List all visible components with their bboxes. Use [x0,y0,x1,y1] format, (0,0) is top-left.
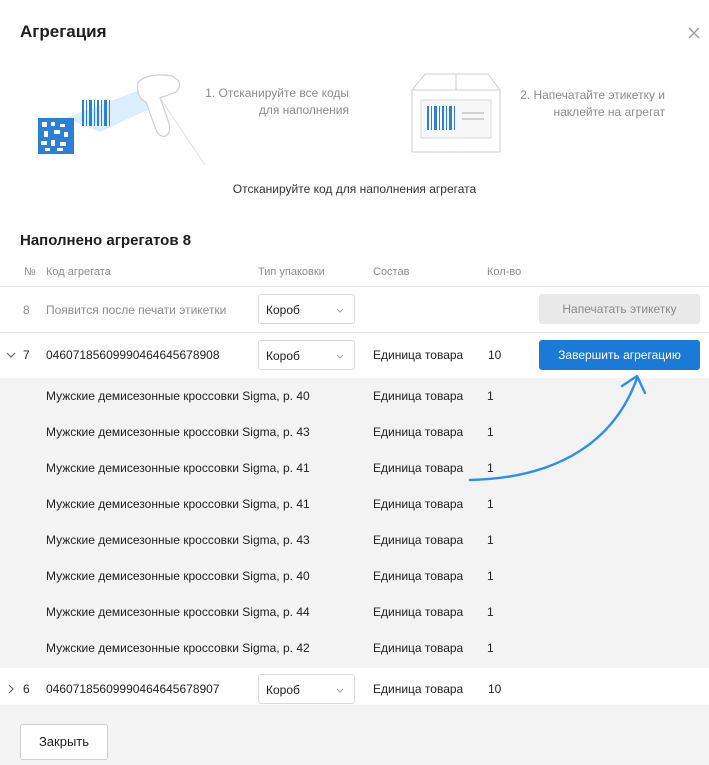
item-name: Мужские демисезонные кроссовки Sigma, р.… [46,425,310,439]
item-qty: 1 [487,533,494,547]
instruction-illustration [38,73,501,166]
column-header-no: № [24,266,36,278]
chevron-down-icon [336,308,344,313]
aggregate-code: 04607185609990464645678907 [46,682,220,696]
qty-value: 10 [488,348,502,362]
chevron-down-icon[interactable] [6,350,16,360]
column-header-qty: Кол-во [487,266,522,278]
item-composition: Единица товара [373,461,464,475]
step-2-text: 2. Напечатайте этикетку и наклейте на аг… [520,88,665,119]
aggregate-code: 04607185609990464645678908 [46,348,220,362]
pack-type-value: Короб [266,303,300,317]
item-composition: Единица товара [373,533,464,547]
item-name: Мужские демисезонные кроссовки Sigma, р.… [46,641,310,655]
pack-type-select[interactable]: Короб [258,340,355,370]
row-divider [0,286,709,287]
chevron-right-icon[interactable] [6,684,16,694]
item-composition: Единица товара [373,641,464,655]
item-qty: 1 [487,641,494,655]
column-header-pack: Тип упаковки [258,266,325,278]
item-qty: 1 [487,569,494,583]
section-title: Наполнено агрегатов 8 [20,232,192,249]
item-composition: Единица товара [373,605,464,619]
chevron-down-icon [336,354,344,359]
item-name: Мужские демисезонные кроссовки Sigma, р.… [46,497,310,511]
composition-value: Единица товара [373,682,464,696]
aggregation-dialog: Агрегация 1. Отсканируйте все коды для н… [0,0,709,765]
pending-code-placeholder: Появится после печати этикетки [46,303,227,317]
qty-value: 10 [488,682,502,696]
item-name: Мужские демисезонные кроссовки Sigma, р.… [46,389,310,403]
item-qty: 1 [487,497,494,511]
print-label-button[interactable]: Напечатать этикетку [539,294,700,324]
column-header-code: Код агрегата [46,266,111,278]
item-qty: 1 [487,425,494,439]
scan-hint: Отсканируйте код для наполнения агрегата [232,182,477,196]
row-number: 8 [23,303,30,317]
pack-type-select[interactable]: Короб [258,294,355,324]
row-divider [0,332,709,333]
item-name: Мужские демисезонные кроссовки Sigma, р.… [46,533,310,547]
item-name: Мужские демисезонные кроссовки Sigma, р.… [46,461,310,475]
expanded-items-panel: Мужские демисезонные кроссовки Sigma, р.… [0,378,709,668]
item-qty: 1 [487,605,494,619]
step-1-text: 1. Отсканируйте все коды для наполнения [205,86,349,117]
close-button[interactable]: Закрыть [20,724,108,760]
pack-type-select[interactable]: Короб [258,674,355,704]
chevron-down-icon [336,688,344,693]
item-composition: Единица товара [373,569,464,583]
item-composition: Единица товара [373,389,464,403]
finish-aggregation-button[interactable]: Завершить агрегацию [539,340,700,370]
close-icon[interactable] [686,25,702,41]
item-name: Мужские демисезонные кроссовки Sigma, р.… [46,569,310,583]
dialog-title: Агрегация [20,22,107,41]
item-name: Мужские демисезонные кроссовки Sigma, р.… [46,605,310,619]
datamatrix-icon [38,118,74,154]
item-qty: 1 [487,389,494,403]
pack-type-value: Короб [266,683,300,697]
item-qty: 1 [487,461,494,475]
row-number: 6 [23,682,30,696]
box-icon [410,73,501,153]
pack-type-value: Короб [266,349,300,363]
composition-value: Единица товара [373,348,464,362]
item-composition: Единица товара [373,497,464,511]
item-composition: Единица товара [373,425,464,439]
row-number: 7 [23,348,30,362]
column-header-composition: Состав [373,266,410,278]
